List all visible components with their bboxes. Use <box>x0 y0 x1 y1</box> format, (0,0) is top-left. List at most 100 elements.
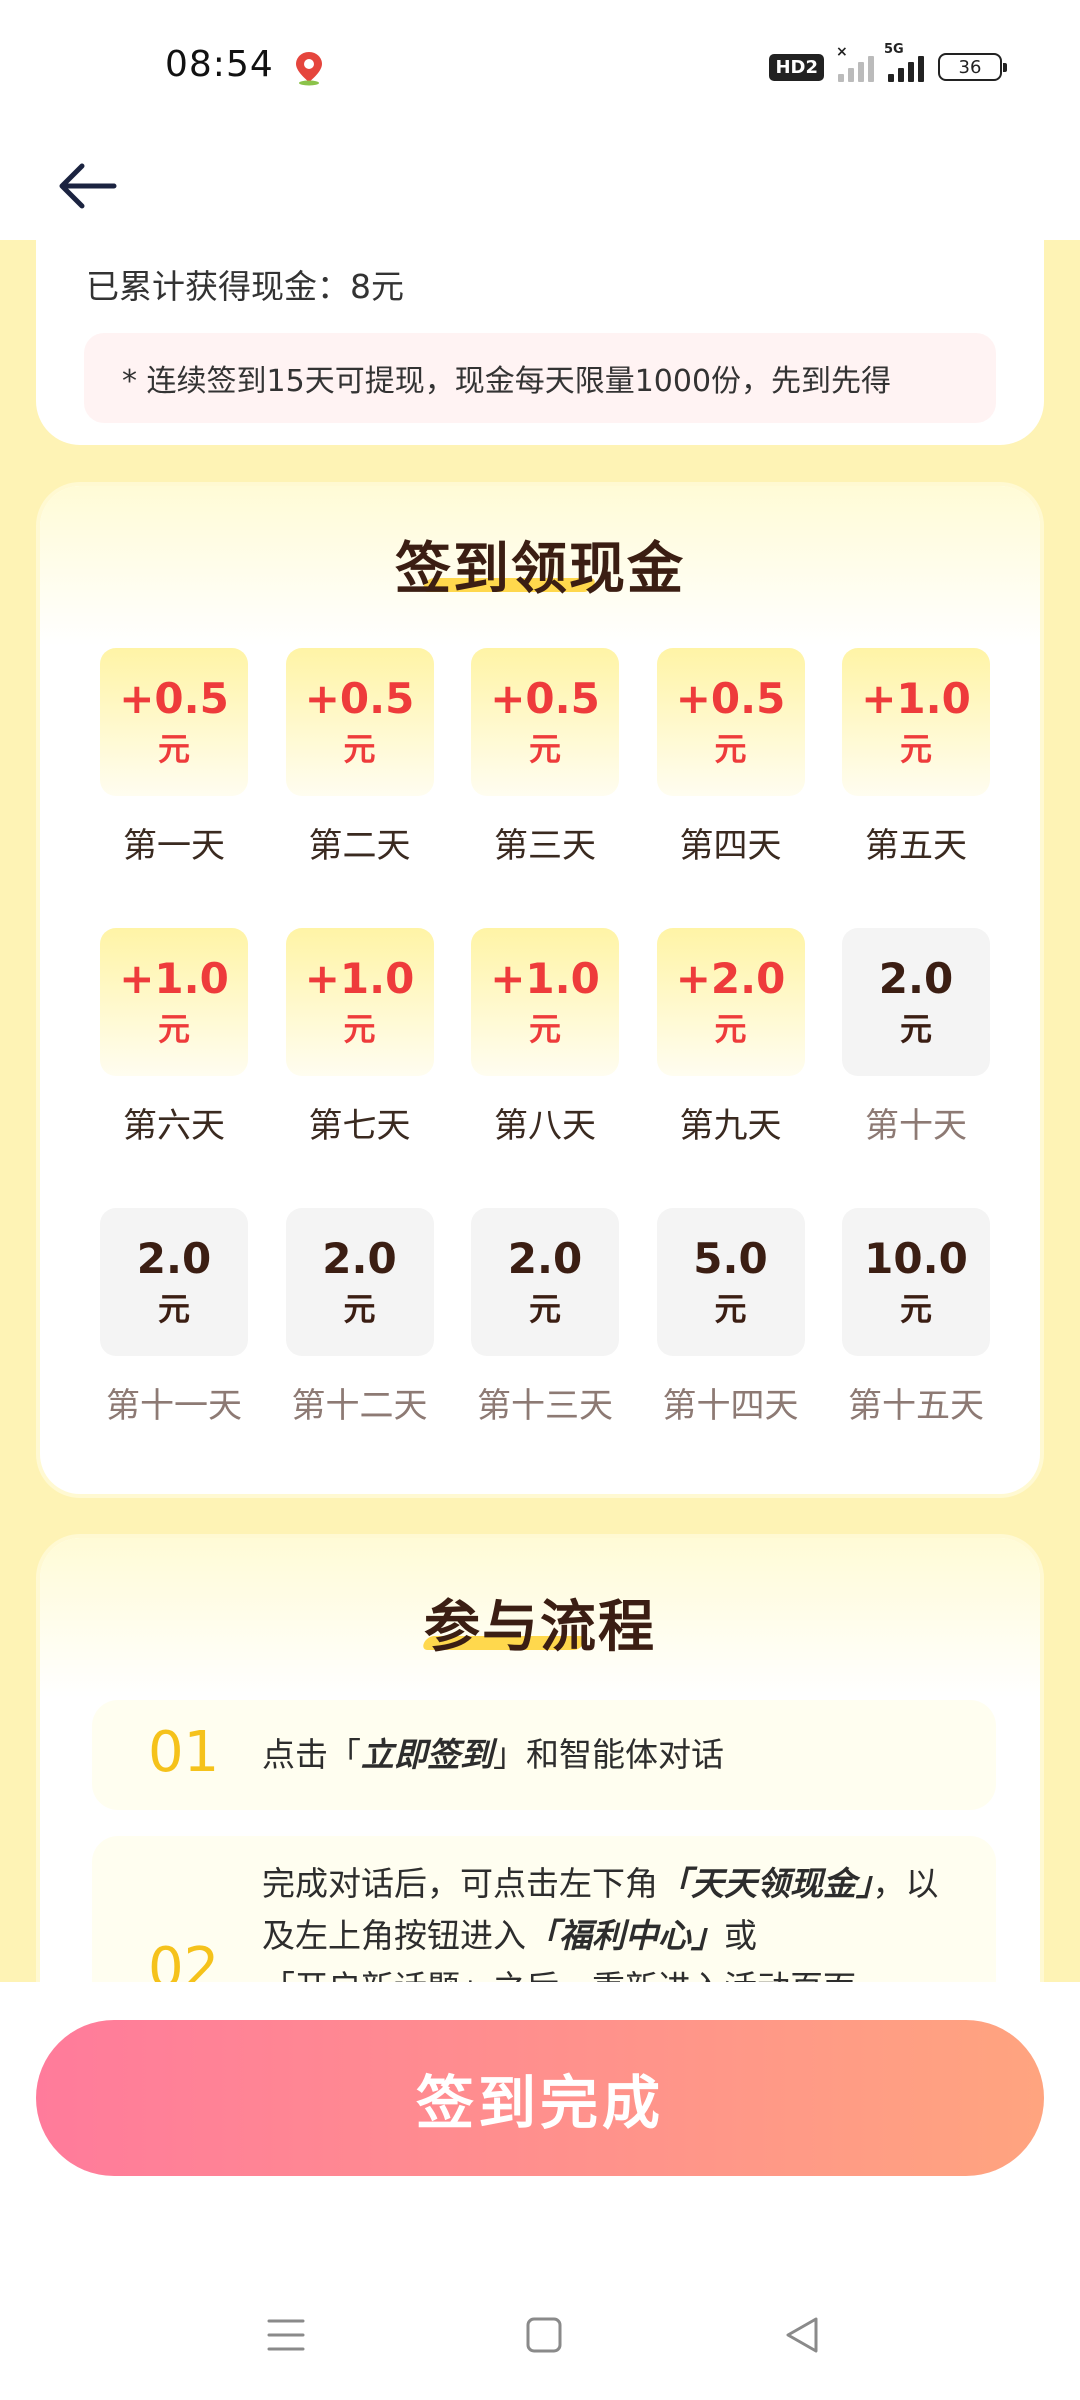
system-nav-bar <box>0 2290 1080 2380</box>
day-reward-tile: 2.0 元 <box>285 1208 434 1356</box>
day-reward-tile: +1.0 元 <box>471 928 619 1076</box>
day-reward-tile: 5.0 元 <box>656 1208 805 1356</box>
day-item: 2.0 元第十三天 <box>471 1208 619 1427</box>
day-item: 5.0 元第十四天 <box>656 1208 805 1427</box>
day-unit: 元 <box>157 1010 190 1048</box>
content-scroll[interactable]: 已累计获得现金：8元 * 连续签到15天可提现，现金每天限量1000份，先到先得… <box>0 240 1080 1982</box>
day-label: 第一天 <box>123 826 225 866</box>
day-item: 10.0 元第十五天 <box>842 1208 990 1427</box>
day-item: +0.5 元第二天 <box>285 648 434 867</box>
battery-icon: 36 <box>938 53 1007 81</box>
day-label: 第八天 <box>494 1106 596 1146</box>
day-unit: 元 <box>343 1010 376 1048</box>
day-item: +1.0 元第五天 <box>842 648 990 867</box>
total-earned-text: 已累计获得现金：8元 <box>86 267 404 306</box>
day-item: 2.0 元第十一天 <box>100 1208 248 1427</box>
day-unit: 元 <box>899 1290 932 1328</box>
flow-title: 参与流程 <box>424 1595 656 1660</box>
signin-complete-button[interactable]: 签到完成 <box>36 2020 1044 2176</box>
step-text: 点击「立即签到」和智能体对话 <box>262 1735 724 1774</box>
day-reward-tile: 2.0 元 <box>842 928 990 1076</box>
notice-text: * 连续签到15天可提现，现金每天限量1000份，先到先得 <box>122 364 892 399</box>
day-reward-tile: +1.0 元 <box>842 648 990 796</box>
step-number: 02 <box>148 1936 220 1982</box>
day-reward-tile: +2.0 元 <box>656 928 805 1076</box>
day-item: +0.5 元第三天 <box>471 648 619 867</box>
day-label: 第九天 <box>679 1106 782 1146</box>
day-reward-tile: 10.0 元 <box>842 1208 990 1356</box>
day-item: 2.0 元第十天 <box>842 928 990 1147</box>
signal-sim1-icon: × <box>836 44 874 82</box>
status-time: 08:54 <box>165 44 274 85</box>
day-amount: 5.0 <box>693 1234 768 1283</box>
status-icons: HD2 × 5G 36 <box>769 42 1007 82</box>
day-label: 第六天 <box>123 1106 225 1146</box>
day-amount: 10.0 <box>864 1234 968 1283</box>
signal-5g-icon: 5G <box>884 42 924 82</box>
day-unit: 元 <box>899 1010 932 1048</box>
day-amount: +1.0 <box>861 674 971 723</box>
day-item: +1.0 元第八天 <box>471 928 619 1147</box>
day-unit: 元 <box>899 730 932 768</box>
day-amount: 2.0 <box>507 1234 583 1283</box>
day-item: 2.0 元第十二天 <box>285 1208 434 1427</box>
day-amount: +0.5 <box>119 674 229 723</box>
day-amount: +2.0 <box>675 954 786 1003</box>
flow-card: 参与流程 01 点击「立即签到」和智能体对话 02 完成对话后，可点击左下角「天… <box>36 1534 1044 1982</box>
nav-home-button[interactable] <box>514 2310 574 2360</box>
menu-icon <box>267 2319 305 2351</box>
hd-voice-icon: HD2 <box>769 53 824 81</box>
day-unit: 元 <box>714 1010 747 1048</box>
day-reward-tile: 2.0 元 <box>471 1208 619 1356</box>
day-unit: 元 <box>528 1010 561 1048</box>
location-app-icon <box>296 52 322 86</box>
day-reward-tile: +0.5 元 <box>100 648 248 796</box>
day-label: 第二天 <box>308 826 411 866</box>
back-triangle-icon <box>786 2317 818 2353</box>
day-label: 第十四天 <box>662 1386 799 1426</box>
day-unit: 元 <box>157 730 190 768</box>
battery-level: 36 <box>958 56 982 78</box>
day-label: 第十一天 <box>106 1386 242 1426</box>
day-item: +0.5 元第四天 <box>656 648 805 867</box>
flow-step-1: 01 点击「立即签到」和智能体对话 <box>92 1700 996 1810</box>
day-reward-tile: +1.0 元 <box>285 928 434 1076</box>
day-unit: 元 <box>714 1290 747 1328</box>
status-bar: 08:54 HD2 × 5G 36 <box>0 0 1080 140</box>
day-amount: +1.0 <box>490 954 600 1003</box>
day-unit: 元 <box>343 1290 376 1328</box>
day-reward-tile: +0.5 元 <box>656 648 805 796</box>
nav-menu-button[interactable] <box>256 2310 316 2360</box>
day-item: +1.0 元第七天 <box>285 928 434 1147</box>
day-reward-tile: +0.5 元 <box>471 648 619 796</box>
signin-title: 签到领现金 <box>395 537 685 602</box>
step-number: 01 <box>148 1720 220 1785</box>
notice-box: * 连续签到15天可提现，现金每天限量1000份，先到先得 <box>84 333 996 423</box>
day-unit: 元 <box>528 1290 561 1328</box>
day-reward-tile: +1.0 元 <box>100 928 248 1076</box>
day-label: 第七天 <box>308 1106 411 1146</box>
step-text: 完成对话后，可点击左下角「天天领现金」，以及左上角按钮进入「福利中心」或 「开启… <box>262 1864 939 1982</box>
signin-card: 签到领现金 +0.5 元第一天 +0.5 元第二天 +0.5 元第三天 +0.5 元第四天 +1… <box>36 482 1044 1498</box>
day-amount: +1.0 <box>119 954 229 1003</box>
day-amount: 2.0 <box>136 1234 212 1283</box>
home-square-icon <box>526 2317 562 2353</box>
nav-back-button[interactable] <box>772 2310 832 2360</box>
back-button[interactable] <box>46 146 126 226</box>
top-header <box>0 140 1080 240</box>
day-unit: 元 <box>157 1290 190 1328</box>
day-label: 第三天 <box>494 826 596 866</box>
day-unit: 元 <box>528 730 561 768</box>
day-label: 第十五天 <box>848 1386 984 1426</box>
day-reward-tile: +0.5 元 <box>285 648 434 796</box>
day-label: 第五天 <box>865 826 967 866</box>
summary-card: 已累计获得现金：8元 * 连续签到15天可提现，现金每天限量1000份，先到先得 <box>36 240 1044 445</box>
flow-step-2: 02 完成对话后，可点击左下角「天天领现金」，以及左上角按钮进入「福利中心」或 … <box>92 1836 996 1982</box>
day-item: +0.5 元第一天 <box>100 648 248 867</box>
day-amount: 2.0 <box>878 954 954 1003</box>
day-label: 第四天 <box>679 826 782 866</box>
day-label: 第十天 <box>865 1106 967 1146</box>
day-unit: 元 <box>343 730 376 768</box>
day-amount: +0.5 <box>490 674 600 723</box>
day-unit: 元 <box>714 730 747 768</box>
